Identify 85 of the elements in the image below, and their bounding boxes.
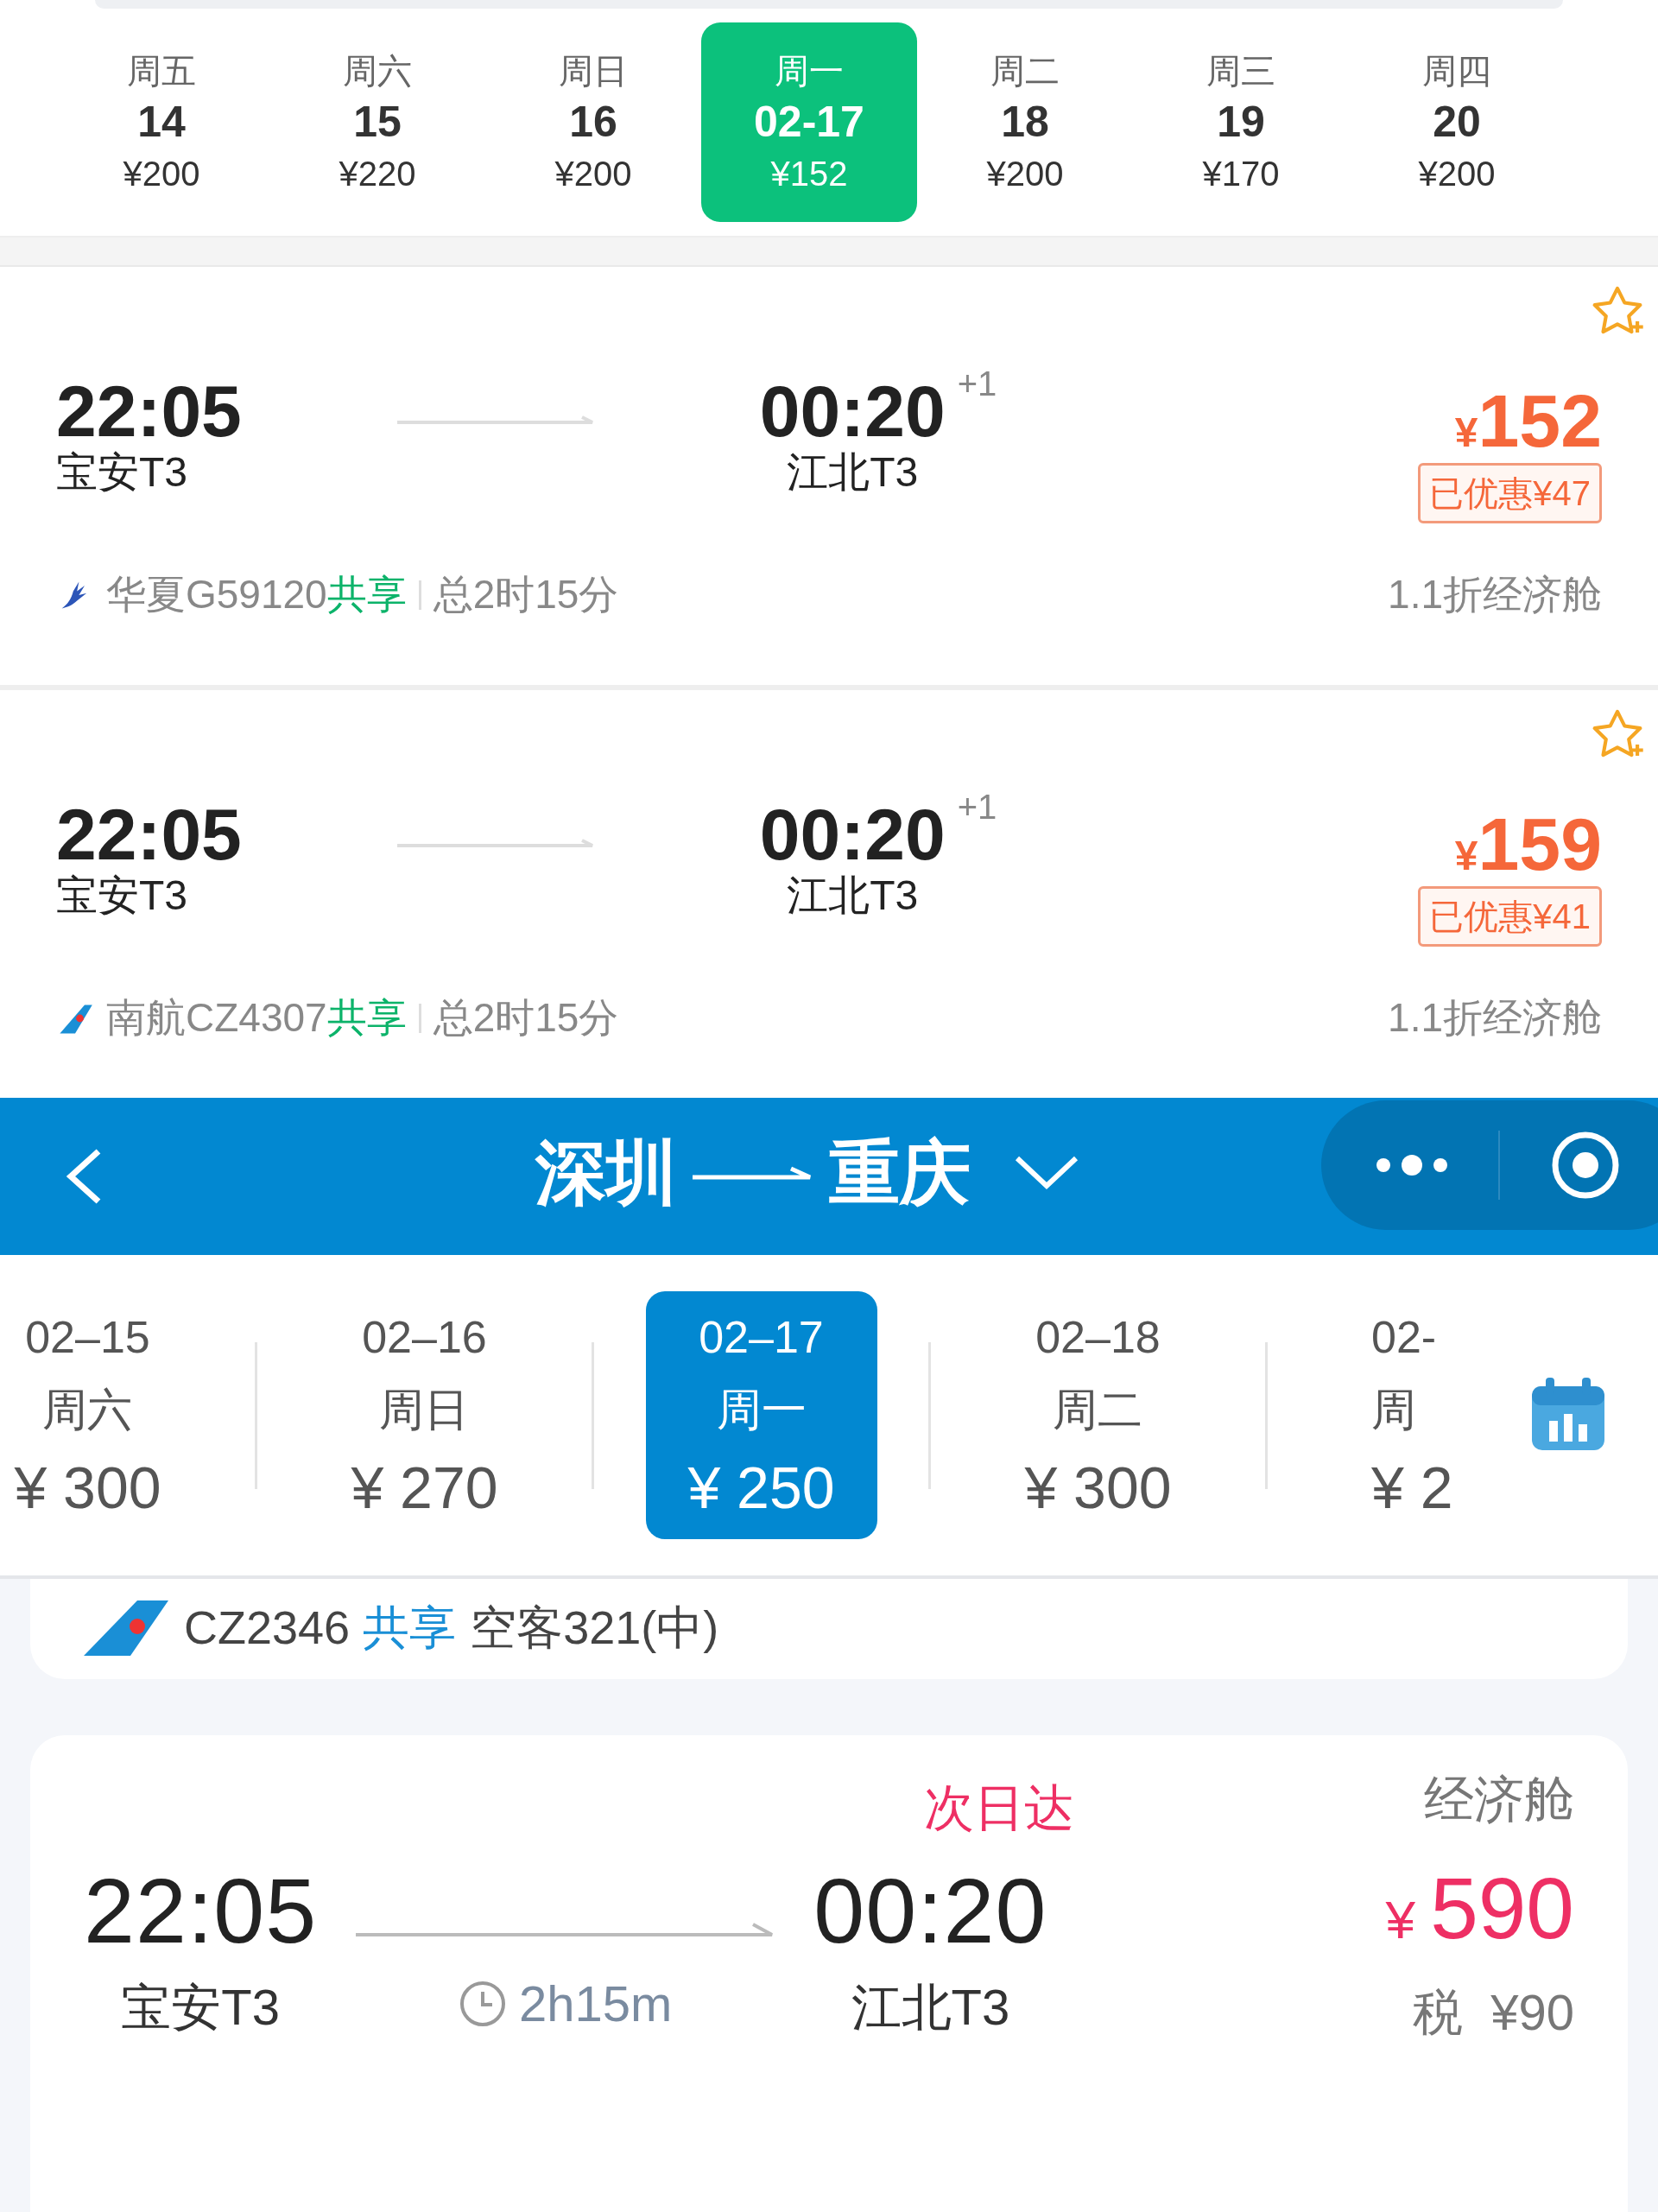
next-day-label: +1 (957, 787, 997, 827)
price-label: ¥ 300 (14, 1453, 161, 1522)
flight-duration: 总2时15分 (433, 994, 619, 1042)
weekday-label: 周二 (990, 51, 1060, 92)
departure-time: 22:05 (84, 1860, 318, 1962)
date-tab[interactable]: 周六 15 ¥220 (269, 22, 485, 222)
weekday-label: 周六 (343, 51, 412, 92)
weekday-label: 周四 (1422, 51, 1491, 92)
date-tab[interactable]: 02–17 周一 ¥ 250 (645, 1291, 877, 1539)
arrival-time: 00:20 (813, 1860, 1047, 1962)
weekday-label: 周日 (379, 1383, 470, 1436)
arrival-airport: 江北T3 (787, 871, 919, 920)
price-label: ¥ 2 (1371, 1453, 1453, 1522)
date-label: 02–16 (362, 1311, 487, 1365)
date-label: 02–15 (25, 1311, 150, 1365)
date-tab[interactable]: 02–18 周二 ¥ 300 (998, 1291, 1198, 1539)
close-icon[interactable] (1550, 1130, 1621, 1201)
flight-card[interactable]: 22:05 宝安T3 00:20 江北T3 +1 ¥159 已优惠¥41 南航CZ4307共享 总2时15分 1.1折经济舱 (0, 690, 1658, 1098)
price-label: ¥170 (1202, 154, 1280, 194)
date-tab[interactable]: 周三 19 ¥170 (1133, 22, 1349, 222)
price-label: ¥200 (986, 154, 1064, 194)
date-tab[interactable]: 02- 周 ¥ 2 (1371, 1291, 1453, 1539)
flight-duration: 2h15m (519, 1974, 673, 2033)
departure-airport: 宝安T3 (56, 871, 188, 920)
date-tab[interactable]: 02–16 周日 ¥ 270 (325, 1291, 524, 1539)
date-label: 02–18 (1035, 1311, 1161, 1365)
clock-icon (459, 1979, 508, 2028)
price-label: ¥220 (339, 154, 416, 194)
price-label: ¥ 250 (687, 1453, 835, 1522)
date-tab[interactable]: 周五 14 ¥200 (54, 22, 269, 222)
date-label: 14 (137, 97, 186, 148)
weekday-label: 周一 (775, 51, 844, 92)
weekday-label: 周二 (1053, 1383, 1143, 1436)
departure-airport: 宝安T3 (121, 1977, 280, 2037)
weekday-label: 周三 (1206, 51, 1275, 92)
flight-info: 南航CZ4307共享 (106, 994, 407, 1042)
discount-tag: 已优惠¥41 (1418, 886, 1602, 947)
departure-time: 22:05 (56, 375, 242, 447)
weekday-label: 周 (1371, 1383, 1416, 1436)
date-label: 16 (569, 97, 617, 148)
date-label: 15 (353, 97, 402, 148)
price-label: ¥200 (1418, 154, 1496, 194)
flight-info: CZ2346 共享 (184, 1600, 457, 1655)
date-tab[interactable]: 周二 18 ¥200 (917, 22, 1133, 222)
arrival-airport: 江北T3 (787, 448, 919, 497)
price-label: ¥200 (123, 154, 200, 194)
date-label: 02- (1371, 1311, 1437, 1365)
arrival-time: 00:20 (759, 375, 946, 447)
date-label: 02–17 (699, 1311, 824, 1365)
weekday-label: 周一 (716, 1383, 807, 1436)
price-label: ¥ 270 (351, 1453, 498, 1522)
cabin-class: 经济舱 (1424, 1770, 1574, 1829)
date-tab[interactable]: 周四 20 ¥200 (1349, 22, 1565, 222)
price-label: ¥ 300 (1024, 1453, 1172, 1522)
flight-price: ¥152 (1454, 383, 1602, 458)
date-label: 02-17 (754, 97, 864, 148)
aircraft-type: 空客321(中) (470, 1600, 719, 1655)
departure-time: 22:05 (56, 798, 242, 871)
discount-tag: 已优惠¥47 (1418, 463, 1602, 523)
weekday-label: 周五 (127, 51, 196, 92)
arrival-airport: 江北T3 (851, 1977, 1010, 2037)
flight-duration: 总2时15分 (433, 571, 619, 618)
flight-price: ¥ 590 (1385, 1860, 1574, 1955)
date-label: 18 (1001, 97, 1049, 148)
arrival-time: 00:20 (759, 798, 946, 871)
date-tab[interactable]: 02–15 周六 ¥ 300 (0, 1291, 187, 1539)
next-day-label: +1 (957, 364, 997, 404)
weekday-label: 周六 (42, 1383, 133, 1436)
flight-card[interactable]: 22:05 宝安T3 00:20 江北T3 +1 ¥152 已优惠¥47 华夏G59120共享 总2时15分 1.1折经济舱 (0, 267, 1658, 690)
flight-card[interactable]: 次日达 经济舱 22:05 宝安T3 2h15m 00:20 江北T3 ¥ 590 税 ¥90 (30, 1735, 1628, 2212)
price-label: ¥200 (554, 154, 632, 194)
date-label: 20 (1433, 97, 1481, 148)
flight-info: 华夏G59120共享 (106, 571, 407, 618)
tax-label: 税 ¥90 (1413, 1983, 1574, 2042)
date-tab[interactable]: 周日 16 ¥200 (485, 22, 701, 222)
next-day-label: 次日达 (924, 1778, 1074, 1837)
cabin-class: 1.1折经济舱 (1388, 571, 1602, 618)
destination-city: 重庆 (829, 1132, 971, 1214)
departure-airport: 宝安T3 (56, 448, 188, 497)
origin-city: 深圳 (535, 1132, 677, 1214)
cabin-class: 1.1折经济舱 (1388, 994, 1602, 1042)
date-label: 19 (1217, 97, 1265, 148)
price-label: ¥152 (770, 154, 848, 194)
weekday-label: 周日 (559, 51, 628, 92)
flight-price: ¥159 (1454, 807, 1602, 881)
